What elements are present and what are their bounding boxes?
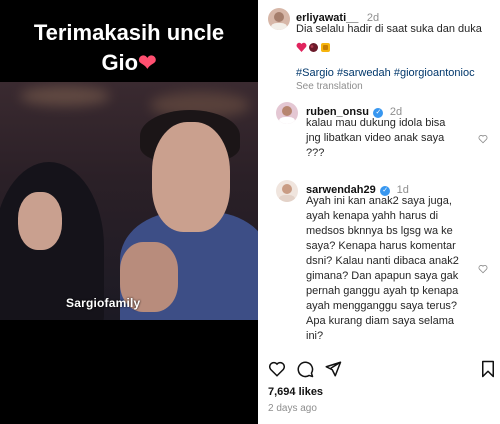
video-watermark: Sargiofamily [66,296,141,310]
comment-line: Apa kurang diam saya selama [306,315,454,327]
heart-icon[interactable] [478,264,488,274]
post-emojis [296,40,342,58]
like-heart-icon[interactable] [268,360,286,378]
comment-line: gimana? Dan apapun saya gak [306,270,459,282]
comment-line: ayah kenapa yahh harus di [306,210,439,222]
post-panel: erliyawati__ 2d Dia selalu hadir di saat… [262,0,500,424]
caption-line-1: Terimakasih uncle [33,20,225,45]
heart-icon[interactable] [478,134,488,144]
comment-line: ini? [306,330,324,342]
likes-count[interactable]: 7,694 likes [268,386,323,398]
comment-line: Ayah ini kan anak2 saya juga, [306,195,452,207]
comment-line: ??? [306,147,325,159]
see-translation-link[interactable]: See translation [296,81,363,92]
comment-text: kalau mau dukung idola bisa jng libatkan… [306,116,445,161]
comment-line: kalau mau dukung idola bisa [306,117,446,129]
bookmark-icon[interactable] [480,360,496,378]
share-icon[interactable] [324,360,342,378]
comment-line: pernah ganggu ayah tp kenapa [306,285,459,297]
post-text: Dia selalu hadir di saat suka dan duka [296,23,482,35]
heart-emoji-icon: ❤ [138,50,157,75]
author-avatar[interactable] [268,8,290,30]
post-age: 2 days ago [268,403,317,414]
video-caption: Terimakasih uncle Gio❤ [0,18,258,78]
comment-line: saya? Kenapa harus komentar [306,240,456,252]
commenter-avatar[interactable] [276,102,298,124]
comment-text: Ayah ini kan anak2 saya juga, ayah kenap… [306,194,459,344]
comment-line: ayah mengganggu saya terus? [306,300,458,312]
emoji-icons [296,42,330,52]
commenter-avatar[interactable] [276,180,298,202]
video-player[interactable]: Terimakasih uncle Gio❤ Sargiofamily [0,0,258,424]
comment-line: dsni? Kalau nanti dibaca anak2 [306,255,459,267]
action-bar [262,360,500,380]
comment-icon[interactable] [296,360,314,378]
caption-line-2: Gio [101,50,139,75]
post-hashtags[interactable]: #Sargio #sarwedah #giorgioantonioc [296,66,475,81]
comment-line: jng libatkan video anak saya [306,132,445,144]
video-frame [0,82,258,320]
comment-line: medsos bknnya bs lgsg wa ke [306,225,453,237]
